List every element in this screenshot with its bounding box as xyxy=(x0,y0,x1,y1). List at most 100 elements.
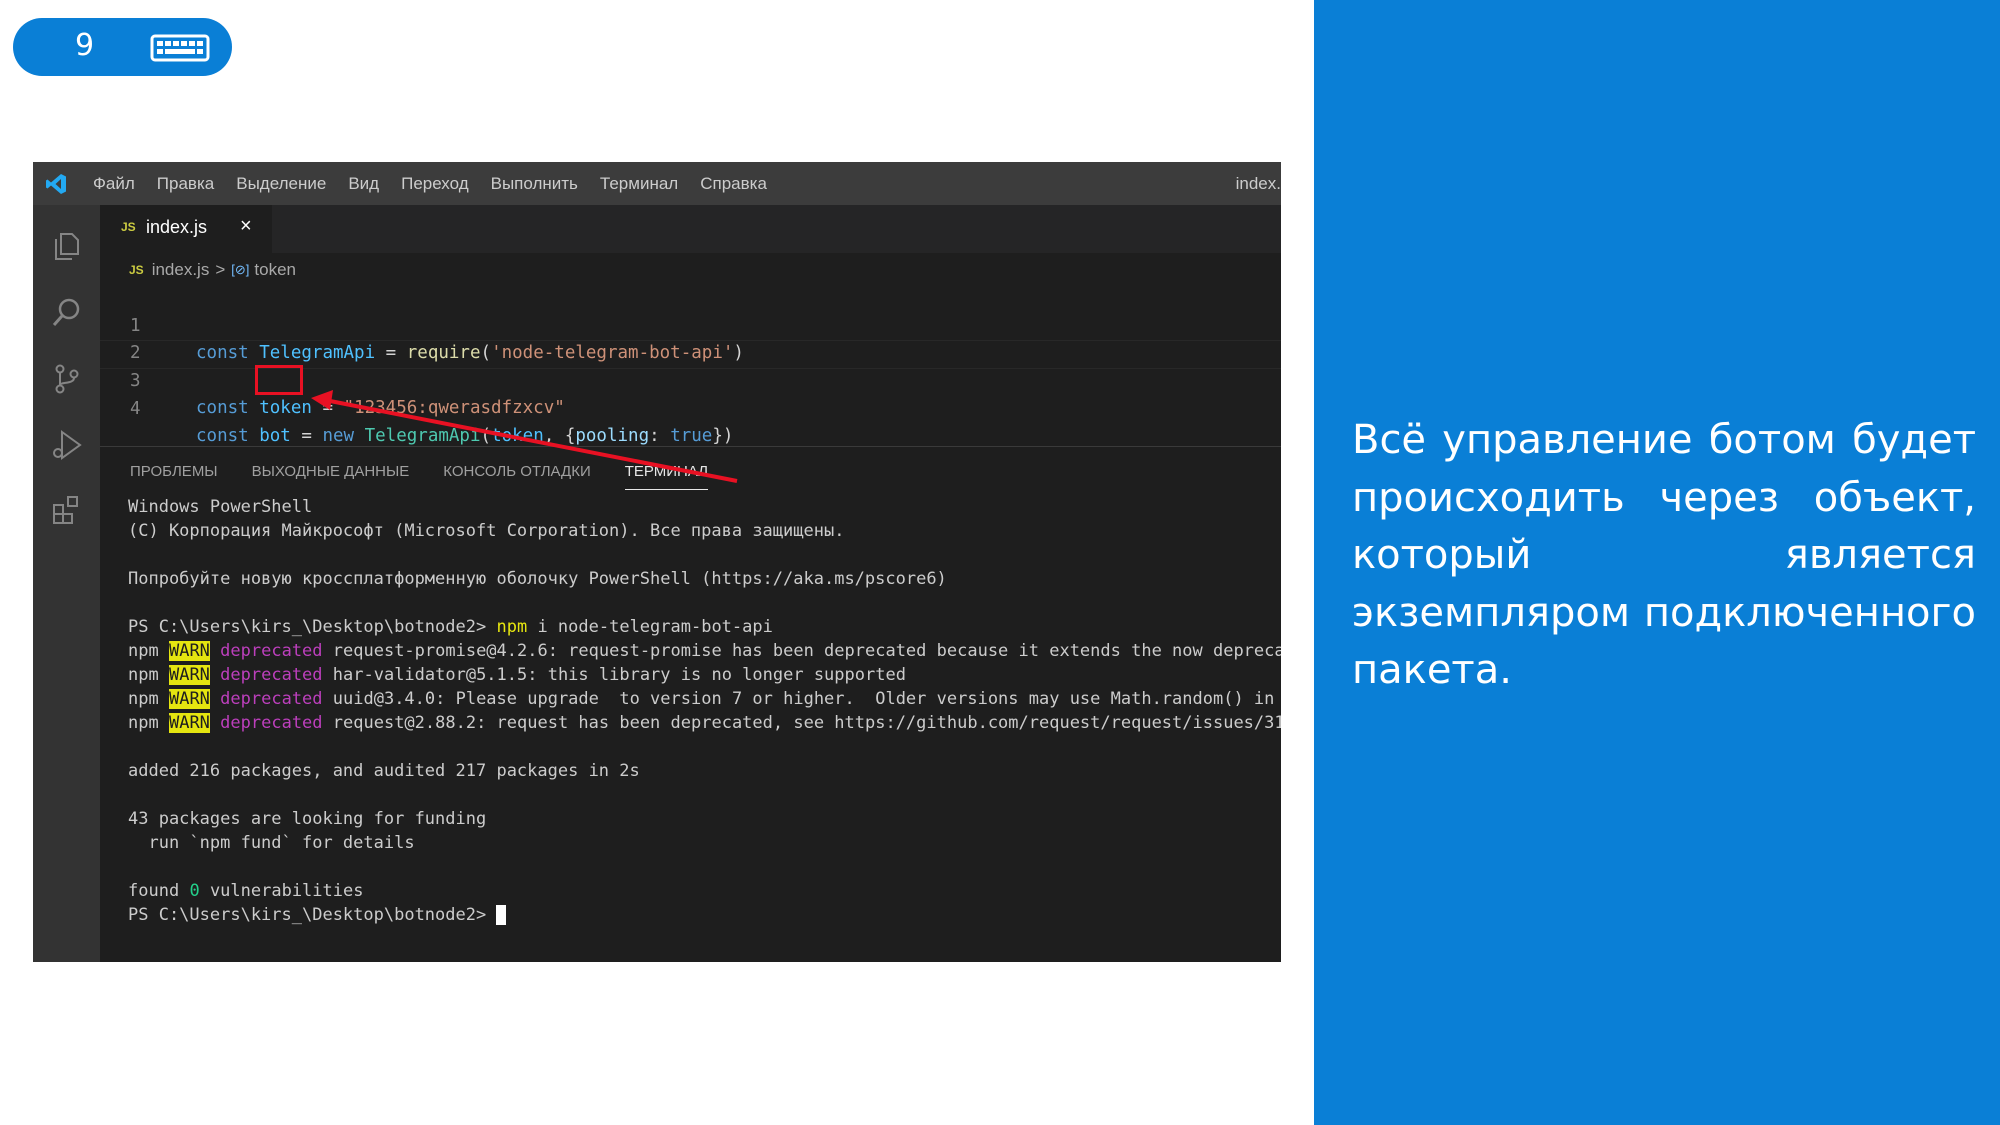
punctuation: , { xyxy=(543,426,576,446)
breadcrumb: JS index.js > [⊘] token xyxy=(129,258,296,282)
menu-selection[interactable]: Выделение xyxy=(236,174,326,194)
npm-label: npm xyxy=(128,713,159,733)
description-text: Всё управление ботом будет происходить ч… xyxy=(1352,417,1976,693)
title-bar: Файл Правка Выделение Вид Переход Выполн… xyxy=(33,162,1281,205)
warning-text: request@2.88.2: request has been depreca… xyxy=(332,713,1281,733)
menu-view[interactable]: Вид xyxy=(348,174,379,194)
boolean: true xyxy=(670,426,713,446)
warn-badge: WARN xyxy=(168,713,210,733)
command: npm xyxy=(496,617,528,637)
terminal-line: found 0 vulnerabilities xyxy=(128,879,1278,903)
terminal-line: PS C:\Users\kirs_\Desktop\botnode2> xyxy=(128,903,1278,927)
operator: = xyxy=(311,398,344,418)
warn-badge: WARN xyxy=(168,641,210,661)
prompt: PS C:\Users\kirs_\Desktop\botnode2> xyxy=(128,617,487,637)
terminal-line: (C) Корпорация Майкрософт (Microsoft Cor… xyxy=(128,521,845,541)
tab-terminal[interactable]: ТЕРМИНАЛ xyxy=(624,463,709,490)
extensions-icon[interactable] xyxy=(50,493,84,527)
prompt: PS C:\Users\kirs_\Desktop\botnode2> xyxy=(128,905,487,925)
vulnerability-count: 0 xyxy=(189,881,200,901)
variable-symbol-icon: [⊘] xyxy=(231,262,250,277)
warn-badge: WARN xyxy=(168,689,210,709)
deprecated-label: deprecated xyxy=(220,689,323,709)
tab-index-js[interactable]: JS index.js × xyxy=(100,205,272,253)
deprecated-label: deprecated xyxy=(220,713,323,733)
terminal-line: PS C:\Users\kirs_\Desktop\botnode2> npm … xyxy=(128,615,1278,639)
npm-label: npm xyxy=(128,665,159,685)
line-number: 4 xyxy=(130,399,141,419)
identifier: token xyxy=(259,398,312,418)
operator: = xyxy=(290,426,323,446)
terminal-blank xyxy=(128,591,1278,615)
js-file-icon: JS xyxy=(129,263,144,277)
identifier-bot: bot xyxy=(259,426,291,446)
run-debug-icon[interactable] xyxy=(50,428,84,462)
source-control-icon[interactable] xyxy=(50,362,84,396)
editor-tabs: JS index.js × xyxy=(100,205,1281,253)
identifier: token xyxy=(491,426,544,446)
menu-run[interactable]: Выполнить xyxy=(491,174,578,194)
keyword: new xyxy=(322,426,355,446)
vscode-logo-icon xyxy=(46,174,66,194)
terminal-cursor xyxy=(496,905,507,925)
warning-text: har-validator@5.1.5: this library is no … xyxy=(332,665,906,685)
tab-problems[interactable]: ПРОБЛЕМЫ xyxy=(130,463,218,490)
string: "123456:qwerasdfzxcv" xyxy=(343,398,565,418)
terminal-line: Попробуйте новую кроссплатформенную обол… xyxy=(128,569,947,589)
keyword: const xyxy=(196,398,249,418)
terminal-blank xyxy=(128,855,1278,879)
tab-output[interactable]: ВЫХОДНЫЕ ДАННЫЕ xyxy=(252,463,410,490)
menu-go[interactable]: Переход xyxy=(401,174,469,194)
description-panel: Всё управление ботом будет происходить ч… xyxy=(1314,0,2000,1125)
search-icon[interactable] xyxy=(50,295,84,329)
terminal-line: 43 packages are looking for funding xyxy=(128,809,487,829)
vulnerabilities-label: vulnerabilities xyxy=(209,881,364,901)
terminal-output[interactable]: Windows PowerShell (C) Корпорация Майкро… xyxy=(128,495,1281,927)
activity-bar xyxy=(33,205,100,962)
terminal-line: Windows PowerShell xyxy=(128,497,313,517)
slide-number: 9 xyxy=(75,28,95,63)
punctuation: : xyxy=(649,426,671,446)
explorer-icon[interactable] xyxy=(50,229,84,263)
code-line: 1 const TelegramApi = require('node-tele… xyxy=(100,286,1281,363)
close-icon[interactable]: × xyxy=(240,215,252,238)
terminal-line: npm WARN deprecated request@2.88.2: requ… xyxy=(128,711,1281,735)
breadcrumb-symbol[interactable]: token xyxy=(254,260,296,280)
code-line: 2 xyxy=(100,313,1281,363)
terminal-line: npm WARN deprecated uuid@3.4.0: Please u… xyxy=(128,687,1278,711)
terminal-line: added 216 packages, and audited 217 pack… xyxy=(128,761,640,781)
npm-label: npm xyxy=(128,689,159,709)
breadcrumb-separator: > xyxy=(215,260,226,279)
breadcrumb-file[interactable]: index.js xyxy=(152,260,210,280)
menu-edit[interactable]: Правка xyxy=(157,174,214,194)
paren: ( xyxy=(480,426,492,446)
menu-help[interactable]: Справка xyxy=(700,174,767,194)
terminal-blank xyxy=(128,783,1278,807)
property: pooling xyxy=(575,426,650,446)
keyword: const xyxy=(196,426,249,446)
warn-badge: WARN xyxy=(168,665,210,685)
terminal-line: run `npm fund` for details xyxy=(128,833,415,853)
highlight-box xyxy=(255,365,303,395)
panel-tabs: ПРОБЛЕМЫ ВЫХОДНЫЕ ДАННЫЕ КОНСОЛЬ ОТЛАДКИ… xyxy=(130,463,742,490)
npm-label: npm xyxy=(128,641,159,661)
command-args: i node-telegram-bot-api xyxy=(537,617,773,637)
menu-file[interactable]: Файл xyxy=(93,174,135,194)
window-title: index. xyxy=(1235,174,1281,193)
bottom-panel: ПРОБЛЕМЫ ВЫХОДНЫЕ ДАННЫЕ КОНСОЛЬ ОТЛАДКИ… xyxy=(100,446,1281,962)
terminal-line: npm WARN deprecated har-validator@5.1.5:… xyxy=(128,663,1278,687)
found-label: found xyxy=(128,881,180,901)
terminal-line: npm WARN deprecated request-promise@4.2.… xyxy=(128,639,1281,663)
deprecated-label: deprecated xyxy=(220,641,323,661)
slide-badge: 9 xyxy=(13,18,232,76)
deprecated-label: deprecated xyxy=(220,665,323,685)
warning-text: request-promise@4.2.6: request-promise h… xyxy=(332,641,1281,661)
class-name: TelegramApi xyxy=(364,426,481,446)
tab-debug-console[interactable]: КОНСОЛЬ ОТЛАДКИ xyxy=(443,463,590,490)
menu-terminal[interactable]: Терминал xyxy=(600,174,678,194)
keyboard-icon xyxy=(150,34,210,62)
js-file-icon: JS xyxy=(121,220,136,234)
warning-text: uuid@3.4.0: Please upgrade to version 7 … xyxy=(332,689,1281,709)
terminal-blank xyxy=(128,735,1278,759)
tab-label: index.js xyxy=(146,217,208,237)
